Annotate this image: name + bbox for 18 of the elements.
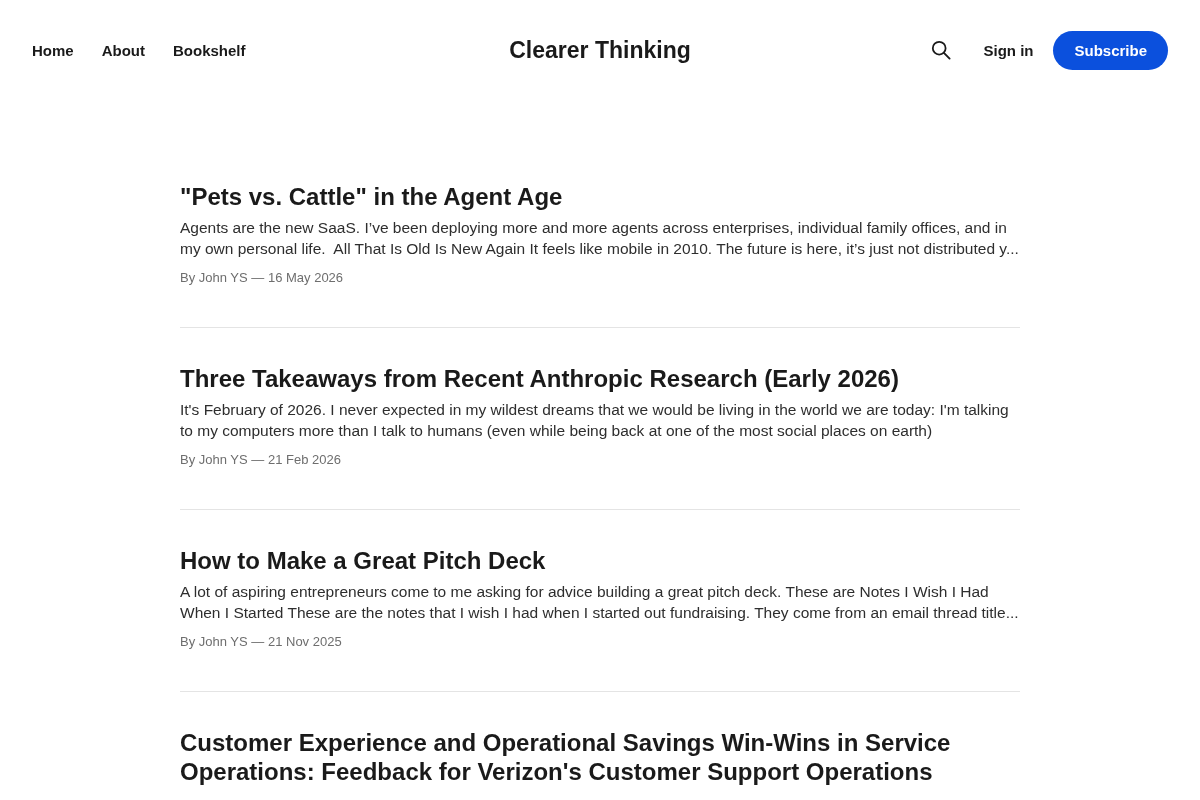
nav-link[interactable]: About	[101, 41, 145, 59]
search-icon	[931, 40, 952, 60]
site-title[interactable]: Clearer Thinking	[509, 36, 691, 64]
nav-link[interactable]: Bookshelf	[173, 41, 246, 59]
post-meta: By John YS — 21 Nov 2025	[180, 633, 342, 651]
post-excerpt: Agents are the new SaaS. I’ve been deploying more and more agents across enterprises, individual family offices, and in my own personal life. All That Is Old Is New Again It feels like mobile in 2010. The future is here, it’s just not distributed y...	[180, 218, 1020, 259]
post-excerpt: It's February of 2026. I never expected in my wildest dreams that we would be living in the world we are today: I'm talking to my computers more than I talk to humans (even while being back at one of the most social places on earth)	[180, 400, 1010, 441]
post-excerpt: A lot of aspiring entrepreneurs come to me asking for advice building a great pitch deck. These are Notes I Wish I Had When I Started These are the notes that I wish I had when I started out fundraising. They come from an email thread title...	[180, 582, 1020, 623]
sign-in-link[interactable]: Sign in	[983, 41, 1034, 59]
post-title-link[interactable]: Customer Experience and Operational Savings Win-Wins in Service Operations: Feedback for Verizon's Customer Support Operations	[180, 728, 1020, 786]
post-title-link[interactable]: Three Takeaways from Recent Anthropic Research (Early 2026)	[180, 364, 899, 393]
post-title-link[interactable]: How to Make a Great Pitch Deck	[180, 546, 546, 575]
post-meta: By John YS — 16 May 2026	[180, 269, 344, 287]
post-title-link[interactable]: "Pets vs. Cattle" in the Agent Age	[180, 182, 563, 211]
post-meta: By John YS — 21 Feb 2026	[180, 451, 341, 469]
subscribe-button[interactable]: Subscribe	[1053, 30, 1168, 70]
search-button[interactable]	[931, 40, 952, 60]
nav-link[interactable]: Home	[32, 41, 74, 59]
